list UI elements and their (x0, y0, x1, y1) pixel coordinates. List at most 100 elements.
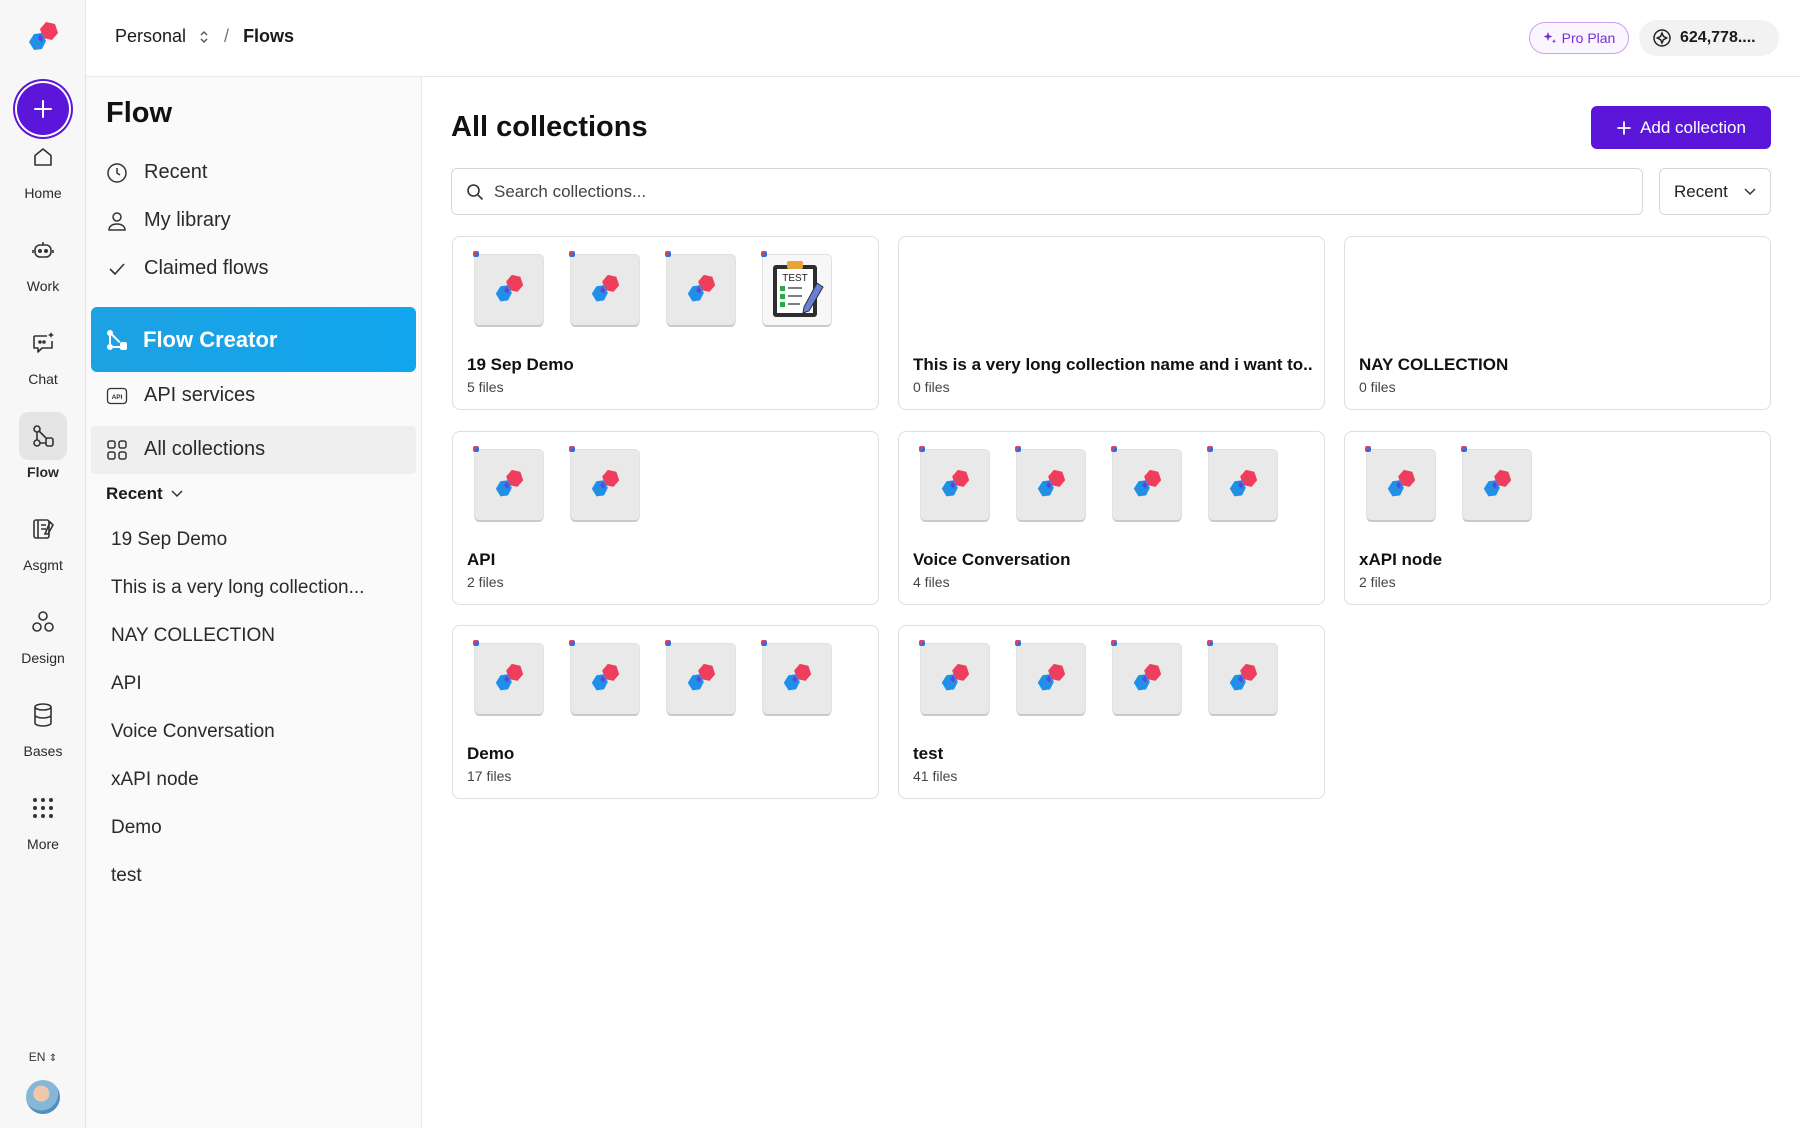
app-logo-icon (1387, 469, 1416, 497)
recent-item[interactable]: Demo (111, 817, 162, 839)
app-logo-icon (1037, 663, 1066, 691)
flow-icon (33, 425, 54, 447)
app-logo-icon[interactable] (25, 20, 61, 56)
recent-item[interactable]: xAPI node (111, 769, 199, 791)
flow-creator-label: Flow Creator (143, 326, 278, 352)
clock-icon (106, 162, 128, 184)
search-input[interactable] (494, 181, 1594, 202)
sidebar-item-claimed-flows[interactable]: Claimed flows (106, 257, 268, 280)
test-clipboard-thumbnail: TEST (761, 251, 831, 325)
sidebar-item-label: All collections (144, 438, 266, 460)
left-rail: Home Work Chat Flow Asgmt Design Bases M… (0, 0, 86, 1128)
recent-collapse-toggle[interactable]: Recent (106, 484, 183, 504)
app-logo-icon (591, 469, 620, 497)
collection-file-count: 0 files (1359, 379, 1396, 395)
recent-item[interactable]: NAY COLLECTION (111, 625, 275, 647)
collection-card[interactable]: Demo 17 files (452, 625, 879, 799)
sort-dropdown[interactable]: Recent (1659, 168, 1771, 215)
add-collection-button[interactable]: Add collection (1591, 106, 1771, 149)
create-new-button[interactable] (17, 83, 69, 135)
collection-thumbnails (473, 446, 639, 520)
collection-name: Demo (467, 744, 515, 763)
collection-thumbnails (919, 640, 1277, 714)
collection-card[interactable]: test 41 files (898, 625, 1325, 799)
sidebar-item-recent[interactable]: Recent (106, 161, 207, 184)
collection-file-count: 4 files (913, 574, 950, 590)
flow-thumbnail (919, 446, 989, 520)
recent-item[interactable]: Voice Conversation (111, 721, 275, 743)
rail-item-asgmt[interactable]: Asgmt (0, 505, 86, 585)
chevron-updown-icon: ⇕ (48, 1053, 58, 1064)
rail-item-home[interactable]: Home (0, 133, 86, 213)
search-bar (451, 168, 1643, 215)
sidebar-item-api-services[interactable]: API API services (106, 384, 255, 407)
language-label: EN (28, 1050, 46, 1064)
collection-card[interactable]: xAPI node 2 files (1344, 431, 1771, 605)
rail-item-work[interactable]: Work (0, 226, 86, 306)
flow-thumbnail (569, 640, 639, 714)
collection-name: API (467, 550, 496, 569)
sidebar-item-label: API services (144, 384, 256, 406)
grid-icon (106, 439, 128, 461)
chevron-updown-icon[interactable] (198, 30, 210, 44)
pro-plan-badge[interactable]: Pro Plan (1529, 22, 1629, 54)
app-logo-icon (1133, 663, 1162, 691)
credits-balance[interactable]: 624,778.... (1639, 20, 1779, 56)
collection-card[interactable]: TEST 19 Sep Demo 5 files (452, 236, 879, 410)
flow-thumbnail (1111, 446, 1181, 520)
user-icon (106, 210, 128, 232)
breadcrumb-separator: / (224, 26, 230, 46)
collection-card[interactable]: This is a very long collection name and … (898, 236, 1325, 410)
flow-thumbnail (665, 640, 735, 714)
home-icon (34, 148, 52, 166)
collection-name: 19 Sep Demo (467, 355, 574, 374)
collection-card[interactable]: API 2 files (452, 431, 879, 605)
rail-label: Work (26, 278, 60, 294)
app-logo-icon (941, 469, 970, 497)
flow-thumbnail (1015, 446, 1085, 520)
recent-item[interactable]: API (111, 673, 142, 695)
language-selector[interactable]: EN ⇕ (0, 1050, 86, 1064)
sparkle-icon (1543, 32, 1556, 44)
flow-thumbnail (473, 446, 543, 520)
rail-item-chat[interactable]: Chat (0, 319, 86, 399)
recent-item[interactable]: 19 Sep Demo (111, 529, 227, 551)
sidebar-title: Flow (106, 97, 173, 129)
app-logo-icon (687, 663, 716, 691)
collection-card[interactable]: Voice Conversation 4 files (898, 431, 1325, 605)
rail-item-bases[interactable]: Bases (0, 691, 86, 771)
sidebar-item-label: Recent (144, 161, 208, 183)
rail-item-design[interactable]: Design (0, 598, 86, 678)
chevron-down-icon (171, 490, 183, 498)
rail-item-more[interactable]: More (0, 784, 86, 864)
recent-item[interactable]: This is a very long collection... (111, 577, 364, 599)
flow-creator-button[interactable]: Flow Creator (91, 307, 416, 372)
flow-thumbnail (473, 251, 543, 325)
recent-item[interactable]: test (111, 865, 142, 887)
rail-label: Flow (27, 464, 59, 480)
workspace-switcher[interactable]: Personal (115, 26, 186, 47)
app-logo-icon (591, 663, 620, 691)
chat-icon (33, 332, 54, 353)
sidebar-item-all-collections[interactable]: All collections (106, 438, 265, 461)
app-logo-icon (1133, 469, 1162, 497)
rail-label: Home (24, 185, 62, 201)
design-icon (32, 611, 54, 632)
flow-thumbnail (1207, 446, 1277, 520)
collection-file-count: 0 files (913, 379, 950, 395)
collection-file-count: 41 files (913, 768, 958, 784)
collection-thumbnails (1365, 446, 1531, 520)
app-logo-icon (495, 663, 524, 691)
avatar[interactable] (26, 1080, 60, 1114)
sidebar-item-my-library[interactable]: My library (106, 209, 231, 232)
collection-card[interactable]: NAY COLLECTION 0 files (1344, 236, 1771, 410)
grid-dots-icon (33, 798, 53, 818)
flow-thumbnail (1207, 640, 1277, 714)
assignment-icon (33, 519, 54, 539)
rail-item-flow[interactable]: Flow (0, 412, 86, 492)
flow-icon (107, 329, 127, 350)
flow-thumbnail (473, 640, 543, 714)
check-icon (106, 258, 128, 280)
rail-label: Chat (28, 371, 58, 387)
app-logo-icon (783, 663, 812, 691)
